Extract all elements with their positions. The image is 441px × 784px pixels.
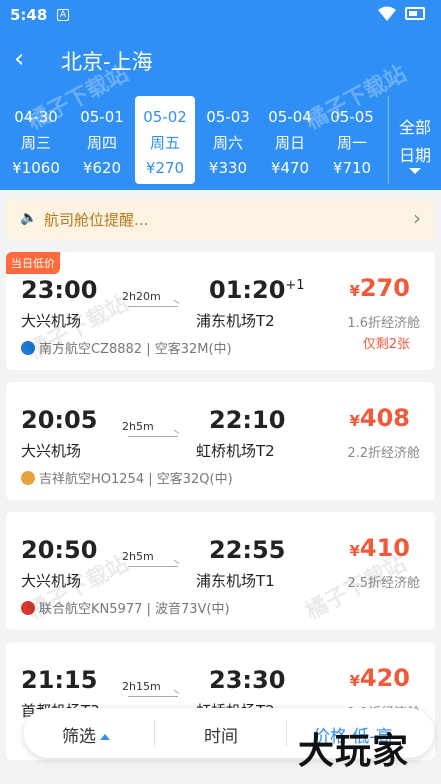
date-tab-0505[interactable]: 05-05 周一 ¥710 — [322, 96, 382, 184]
weekday-label: 周一 — [336, 134, 367, 152]
seats-left: 仅剩2张 — [362, 337, 410, 352]
divider — [154, 720, 155, 746]
date-price: ¥470 — [270, 159, 310, 177]
flight-duration: 2h5m — [122, 550, 154, 563]
notice-text: 航司舱位提醒... — [44, 211, 149, 229]
all-dates-label-1: 全部 — [398, 118, 431, 137]
airline-logo-icon — [21, 341, 35, 355]
date-label: 05-02 — [143, 108, 187, 126]
flight-card[interactable]: 20:05 2h5m 22:10 大兴机场 虹桥机场T2 ¥408 2.2折经济… — [6, 382, 435, 500]
arrow-icon — [128, 696, 178, 697]
date-price: ¥620 — [82, 159, 122, 177]
status-bar: 5:48 A — [0, 0, 441, 30]
departure-time: 21:15 — [21, 666, 98, 694]
flight-card[interactable]: 当日低价 23:00 2h20m 01:20+1 大兴机场 浦东机场T2 ¥27… — [6, 252, 435, 370]
speaker-icon: 🔈 — [20, 210, 38, 226]
departure-time: 20:50 — [21, 536, 98, 564]
airline-logo-icon — [21, 601, 35, 615]
arrow-icon — [128, 436, 178, 437]
date-label: 05-04 — [268, 108, 312, 126]
arrival-time: 22:10 — [209, 406, 286, 434]
arrow-icon — [128, 306, 178, 307]
flight-duration: 2h5m — [122, 420, 154, 433]
wifi-icon — [378, 6, 396, 26]
date-selector: 04-30 周三 ¥1060 05-01 周四 ¥620 05-02 周五 ¥2… — [6, 96, 441, 184]
sim-icon: A — [57, 9, 69, 21]
date-label: 05-03 — [206, 108, 250, 126]
filter-button[interactable]: 筛选 — [62, 722, 110, 747]
time-sort-button[interactable]: 时间 — [204, 722, 238, 747]
departure-time: 23:00 — [21, 276, 98, 304]
page-title: 北京-上海 — [61, 50, 153, 74]
arrival-time: 23:30 — [209, 666, 286, 694]
date-price: ¥710 — [332, 159, 372, 177]
airline-info: 南方航空CZ8882 | 空客32M(中) — [21, 338, 232, 357]
cabin-class: 2.2折经济舱 — [347, 446, 420, 461]
weekday-label: 周四 — [86, 134, 117, 152]
date-price: ¥1060 — [12, 159, 60, 177]
arrow-icon — [128, 566, 178, 567]
date-tab-0430[interactable]: 04-30 周三 ¥1060 — [6, 96, 66, 184]
arrival-airport: 浦东机场T2 — [196, 312, 275, 330]
day-offset: +1 — [285, 278, 305, 293]
flight-price: ¥408 — [349, 404, 410, 432]
corner-logo: 大玩家 — [298, 731, 410, 772]
all-dates-button[interactable]: 全部 日期 — [388, 96, 441, 184]
departure-airport: 大兴机场 — [21, 572, 82, 590]
date-tab-0504[interactable]: 05-04 周日 ¥470 — [260, 96, 320, 184]
flight-duration: 2h15m — [122, 680, 161, 693]
low-price-badge: 当日低价 — [6, 252, 60, 274]
departure-airport: 大兴机场 — [21, 442, 82, 460]
departure-airport: 大兴机场 — [21, 312, 82, 330]
airline-info: 联合航空KN5977 | 波音73V(中) — [21, 598, 230, 617]
weekday-label: 周日 — [274, 134, 305, 152]
flight-price: ¥410 — [349, 534, 410, 562]
date-label: 05-01 — [80, 108, 124, 126]
chevron-right-icon: › — [413, 206, 421, 230]
date-tab-0503[interactable]: 05-03 周六 ¥330 — [198, 96, 258, 184]
airline-logo-icon — [21, 471, 35, 485]
cabin-class: 2.5折经济舱 — [347, 576, 420, 591]
arrival-airport: 虹桥机场T2 — [196, 442, 275, 460]
back-icon[interactable]: ‹ — [14, 44, 38, 74]
status-time: 5:48 — [10, 6, 48, 24]
weekday-label: 周五 — [149, 134, 180, 152]
weekday-label: 周三 — [20, 134, 51, 152]
flight-duration: 2h20m — [122, 290, 161, 303]
date-price: ¥270 — [145, 159, 185, 177]
airline-info: 吉祥航空HO1254 | 空客32Q(中) — [21, 468, 233, 487]
nav-bar: ‹ 北京-上海 — [0, 40, 441, 80]
flight-card[interactable]: 20:50 2h5m 22:55 大兴机场 浦东机场T1 ¥410 2.5折经济… — [6, 512, 435, 630]
arrival-time: 22:55 — [209, 536, 286, 564]
date-tab-0502[interactable]: 05-02 周五 ¥270 — [135, 96, 195, 184]
date-label: 04-30 — [14, 108, 58, 126]
flight-price: ¥420 — [349, 664, 410, 692]
date-tab-0501[interactable]: 05-01 周四 ¥620 — [72, 96, 132, 184]
all-dates-label-2: 日期 — [398, 146, 431, 165]
weekday-label: 周六 — [212, 134, 243, 152]
date-price: ¥330 — [208, 159, 248, 177]
arrival-airport: 浦东机场T1 — [196, 572, 275, 590]
divider — [286, 720, 287, 746]
flight-price: ¥270 — [349, 274, 410, 302]
date-label: 05-05 — [330, 108, 374, 126]
departure-time: 20:05 — [21, 406, 98, 434]
arrival-time: 01:20+1 — [209, 276, 305, 304]
battery-icon — [405, 7, 425, 20]
cabin-notice[interactable]: 🔈 航司舱位提醒... › — [6, 198, 435, 240]
caret-up-icon — [100, 734, 110, 740]
chevron-down-icon — [409, 168, 421, 174]
cabin-class: 1.6折经济舱 — [347, 316, 420, 331]
